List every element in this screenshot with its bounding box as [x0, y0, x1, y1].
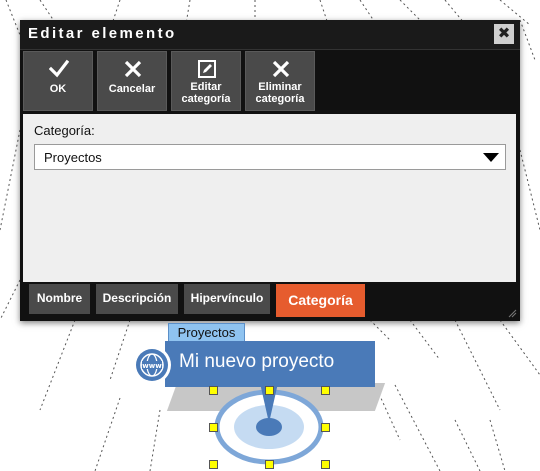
check-icon: [49, 59, 69, 78]
resize-handle[interactable]: [209, 386, 218, 395]
svg-text:www: www: [142, 362, 162, 370]
resize-handle[interactable]: [321, 460, 330, 469]
node-title-box[interactable]: Mi nuevo proyecto: [165, 341, 375, 387]
dialog-title: Editar elemento: [28, 25, 177, 42]
dialog-tabs: Nombre Descripción Hipervínculo Categorí…: [20, 283, 520, 321]
delete-category-label: Eliminar categoría: [255, 81, 305, 105]
x-icon: [272, 60, 290, 78]
category-select-value: Proyectos: [44, 150, 102, 165]
resize-handle[interactable]: [321, 423, 330, 432]
dropdown-arrow-icon: [483, 153, 499, 162]
tab-hipervinculo[interactable]: Hipervínculo: [184, 284, 270, 314]
delete-category-button[interactable]: Eliminar categoría: [245, 51, 315, 111]
category-field-label: Categoría:: [34, 123, 95, 138]
edit-element-dialog: Editar elemento ✖ OK Cancelar Editar cat…: [20, 20, 520, 321]
cancel-button[interactable]: Cancelar: [97, 51, 167, 111]
tab-nombre[interactable]: Nombre: [29, 284, 90, 314]
ok-label: OK: [49, 83, 67, 95]
node-target-shape[interactable]: [205, 383, 335, 471]
close-button[interactable]: ✖: [494, 24, 514, 44]
resize-handle[interactable]: [209, 460, 218, 469]
dialog-content: Categoría: Proyectos: [23, 114, 516, 282]
tab-categoria[interactable]: Categoría: [276, 284, 365, 317]
resize-handle[interactable]: [265, 386, 274, 395]
edit-icon: [198, 60, 216, 78]
dialog-toolbar: OK Cancelar Editar categoría Eliminar ca…: [20, 50, 520, 112]
resize-grip-icon[interactable]: [507, 308, 517, 318]
resize-handle[interactable]: [209, 423, 218, 432]
resize-handle[interactable]: [265, 460, 274, 469]
edit-category-button[interactable]: Editar categoría: [171, 51, 241, 111]
dialog-titlebar[interactable]: Editar elemento ✖: [20, 20, 520, 50]
tab-descripcion[interactable]: Descripción: [96, 284, 178, 314]
node-title: Mi nuevo proyecto: [179, 351, 335, 372]
category-select[interactable]: Proyectos: [34, 144, 506, 170]
ok-button[interactable]: OK: [23, 51, 93, 111]
category-tag[interactable]: Proyectos: [168, 323, 245, 342]
edit-category-label: Editar categoría: [181, 81, 231, 105]
close-icon: ✖: [497, 25, 511, 42]
globe-www-icon[interactable]: www: [133, 346, 171, 384]
x-icon: [124, 60, 142, 78]
resize-handle[interactable]: [321, 386, 330, 395]
cancel-label: Cancelar: [108, 83, 156, 95]
